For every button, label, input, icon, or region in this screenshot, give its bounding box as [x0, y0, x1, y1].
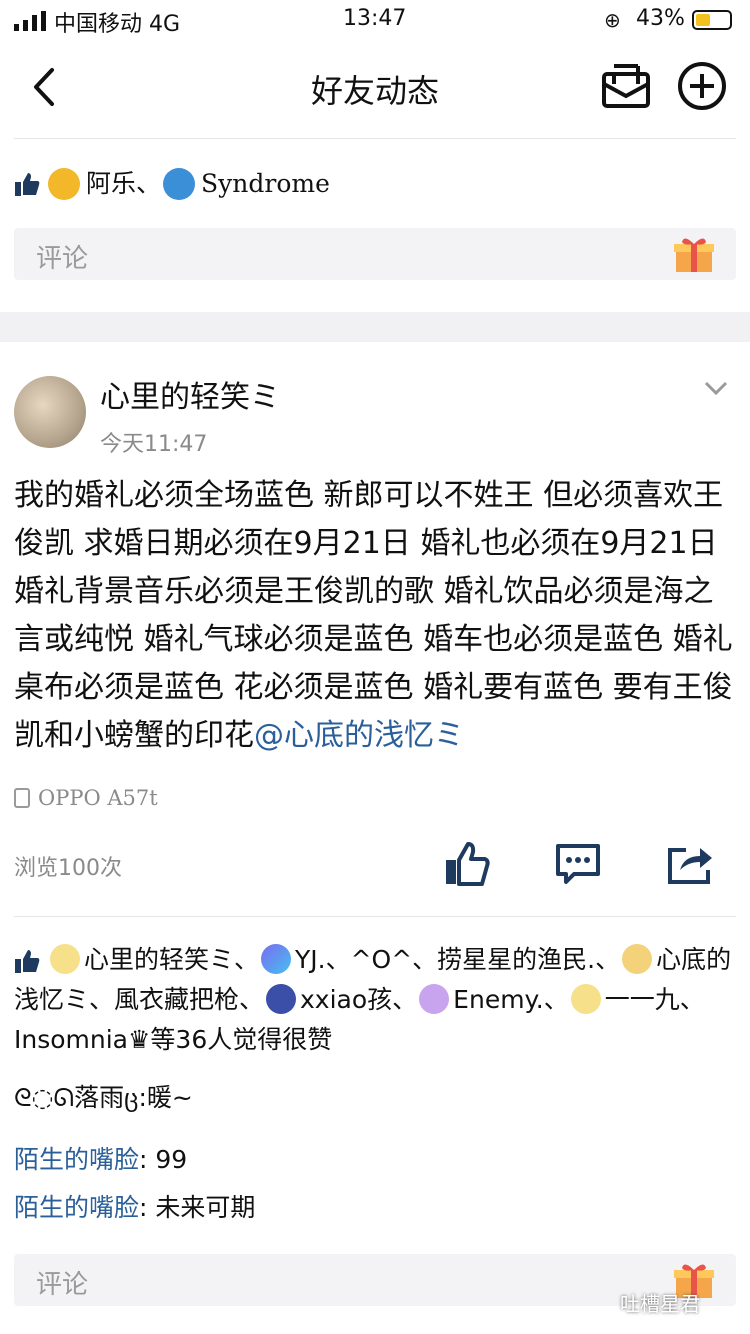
share-button-icon[interactable]	[666, 840, 714, 888]
gold-badge-icon	[622, 944, 653, 974]
thumbs-up-icon	[15, 173, 40, 196]
comment-item[interactable]: 陌生的嘴脸: 未来可期	[14, 1190, 255, 1226]
comment-placeholder: 评论	[36, 244, 89, 274]
post-time: 今天11:47	[100, 432, 208, 457]
nav-bar: 好友动态	[0, 44, 750, 136]
message-icon[interactable]	[600, 60, 652, 112]
comment-author[interactable]: 陌生的嘴脸	[14, 1145, 139, 1174]
like-user[interactable]: xxiao孩、	[300, 985, 417, 1014]
avatar[interactable]	[14, 376, 86, 448]
like-user[interactable]: Syndrome	[201, 164, 330, 204]
device-tag: OPPO A57t	[14, 786, 158, 810]
thumbs-up-icon	[15, 950, 40, 973]
comment-input[interactable]: 评论	[14, 228, 736, 280]
comment-item[interactable]: ᘓ◌ᘏ落雨ც:暖~	[14, 1080, 193, 1116]
comment-author[interactable]: 陌生的嘴脸	[14, 1193, 139, 1222]
carrier-label: 中国移动 4G	[54, 12, 181, 37]
sun-badge-icon	[570, 984, 601, 1014]
battery-icon	[692, 10, 732, 30]
radiation-badge-icon	[163, 168, 196, 200]
signal-icon	[14, 11, 46, 31]
mention-link[interactable]: @心底的浅忆ミ	[254, 718, 464, 753]
post-author[interactable]: 心里的轻笑ミ	[100, 372, 280, 416]
clock: 13:47	[343, 6, 407, 31]
like-user[interactable]: YJ.、^O^、捞星星的渔民.、	[295, 945, 620, 974]
previous-likes-row: 阿乐、 Syndrome	[14, 164, 736, 204]
watermark: 吐槽星君	[620, 1292, 700, 1316]
device-name: OPPO A57t	[38, 786, 158, 810]
comment-placeholder: 评论	[36, 1270, 89, 1300]
post-body: 我的婚礼必须全场蓝色 新郎可以不姓王 但必须喜欢王俊凯 求婚日期必须在9月21日…	[14, 472, 738, 760]
comment-text: : 99	[139, 1145, 188, 1174]
cloud-badge-icon	[261, 944, 292, 974]
add-circle-icon[interactable]	[676, 60, 728, 112]
like-button-icon[interactable]	[442, 840, 490, 888]
like-user[interactable]: 阿乐、	[86, 164, 161, 204]
comment-button-icon[interactable]	[554, 840, 602, 888]
crown-badge-icon	[48, 168, 80, 200]
post-text: 我的婚礼必须全场蓝色 新郎可以不姓王 但必须喜欢王俊凯 求婚日期必须在9月21日…	[14, 478, 733, 753]
divider	[14, 138, 736, 139]
section-gap	[0, 312, 750, 342]
like-user[interactable]: 心里的轻笑ミ、	[84, 945, 259, 974]
comment-text: ᘓ◌ᘏ落雨ც:暖~	[14, 1083, 193, 1112]
phone-icon	[14, 788, 30, 808]
user-badge-icon	[266, 984, 297, 1014]
rotation-lock-icon: ⊕	[604, 8, 621, 32]
comment-item[interactable]: 陌生的嘴脸: 99	[14, 1142, 187, 1178]
chevron-down-icon[interactable]	[702, 374, 730, 402]
status-bar: 中国移动 4G 13:47 ⊕ 43%	[0, 0, 750, 40]
likes-list: 心里的轻笑ミ、 YJ.、^O^、捞星星的渔民.、 心底的浅忆ミ、風衣藏把枪、 xxia…	[14, 940, 738, 1060]
comment-text: : 未来可期	[139, 1193, 256, 1222]
gift-icon[interactable]	[672, 234, 716, 274]
divider	[14, 916, 736, 917]
view-count: 浏览100次	[14, 856, 122, 881]
sun-badge-icon	[50, 944, 80, 974]
like-user[interactable]: Enemy.、	[453, 985, 569, 1014]
battery-percent: 43%	[636, 6, 685, 31]
ring-badge-icon	[419, 984, 450, 1014]
